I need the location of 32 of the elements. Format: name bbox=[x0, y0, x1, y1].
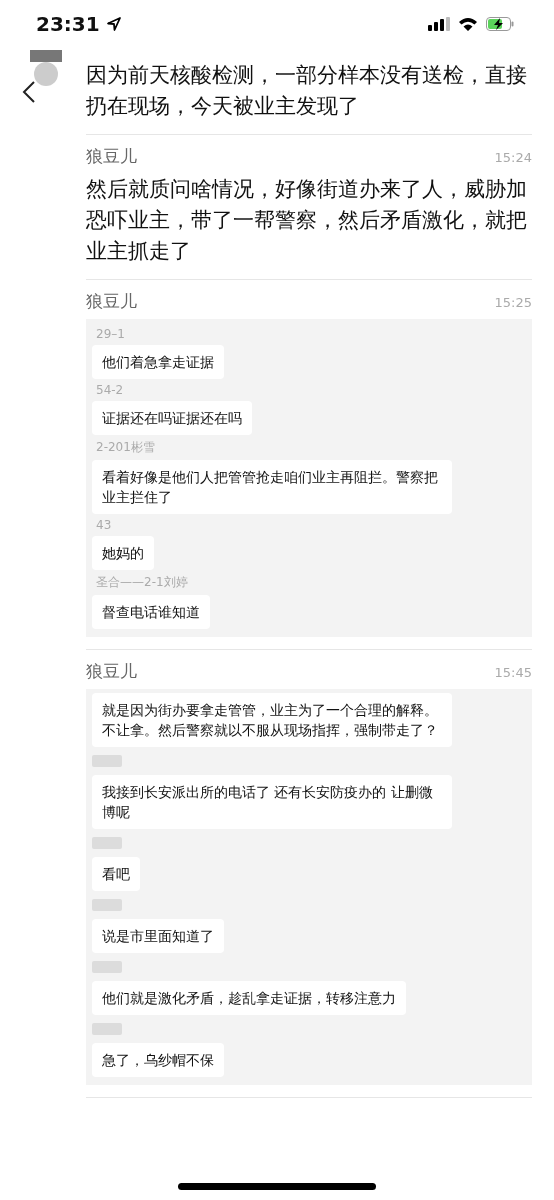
record-bubble: 急了，乌纱帽不保 bbox=[92, 1043, 224, 1077]
message-time: 15:24 bbox=[494, 150, 532, 165]
record-bubble: 证据还在吗证据还在吗 bbox=[92, 401, 252, 435]
record-bubble: 看着好像是他们人把管管抢走咱们业主再阻拦。警察把业主拦住了 bbox=[92, 460, 452, 514]
record-bubble: 说是市里面知道了 bbox=[92, 919, 224, 953]
location-arrow-icon bbox=[105, 16, 122, 32]
message-text: 因为前天核酸检测，一部分样本没有送检，直接扔在现场，今天被业主发现了 bbox=[86, 62, 528, 120]
record-bubble: 督查电话谁知道 bbox=[92, 595, 210, 629]
record-bubble: 她妈的 bbox=[92, 536, 154, 570]
message-time: 15:45 bbox=[494, 665, 532, 680]
sender-name: 狼豆儿 bbox=[86, 660, 137, 683]
signal-icon bbox=[428, 17, 450, 31]
record-bubble: 就是因为街办要拿走管管，业主为了一个合理的解释。不让拿。然后警察就以不服从现场指挥，强制带走了？ bbox=[92, 693, 452, 747]
chat-record-card[interactable]: 就是因为街办要拿走管管，业主为了一个合理的解释。不让拿。然后警察就以不服从现场指挥，强制带走了？ 我接到长安派出所的电话了 还有长安防疫办的 让删微博呢 看吧 说是市里面知道了 他们就是激化矛盾，趁乱拿走证据，转移注意力 急了，乌纱帽不保 bbox=[86, 689, 532, 1085]
chat-record-card[interactable]: 29–1 他们着急拿走证据 54-2 证据还在吗证据还在吗 2-201彬雪 看着好像是他们人把管管抢走咱们业主再阻拦。警察把业主拦住了 43 她妈的 圣合——2-1刘婷 督查电话谁知道 bbox=[86, 319, 532, 637]
record-bubble: 他们就是激化矛盾，趁乱拿走证据，转移注意力 bbox=[92, 981, 406, 1015]
status-time: 23:31 bbox=[36, 12, 100, 36]
message-time: 15:25 bbox=[494, 295, 532, 310]
record-bubble: 看吧 bbox=[92, 857, 140, 891]
sender-name: 狼豆儿 bbox=[86, 290, 137, 313]
record-bubble: 我接到长安派出所的电话了 还有长安防疫办的 让删微博呢 bbox=[92, 775, 452, 829]
message-text: 然后就质问啥情况，好像街道办来了人，威胁加恐吓业主，带了一帮警察，然后矛盾激化，就把业主抓走了 bbox=[86, 176, 528, 265]
record-sender: 圣合——2-1刘婷 bbox=[96, 574, 188, 591]
record-bubble: 他们着急拿走证据 bbox=[92, 345, 224, 379]
record-sender: 43 bbox=[96, 518, 112, 532]
record-sender: 2-201彬雪 bbox=[96, 439, 155, 456]
wifi-icon bbox=[458, 17, 478, 31]
back-icon[interactable] bbox=[22, 80, 36, 104]
record-sender: 54-2 bbox=[96, 383, 124, 397]
sender-name: 狼豆儿 bbox=[86, 145, 137, 168]
record-sender: 29–1 bbox=[96, 327, 125, 341]
battery-charging-icon bbox=[486, 17, 514, 31]
